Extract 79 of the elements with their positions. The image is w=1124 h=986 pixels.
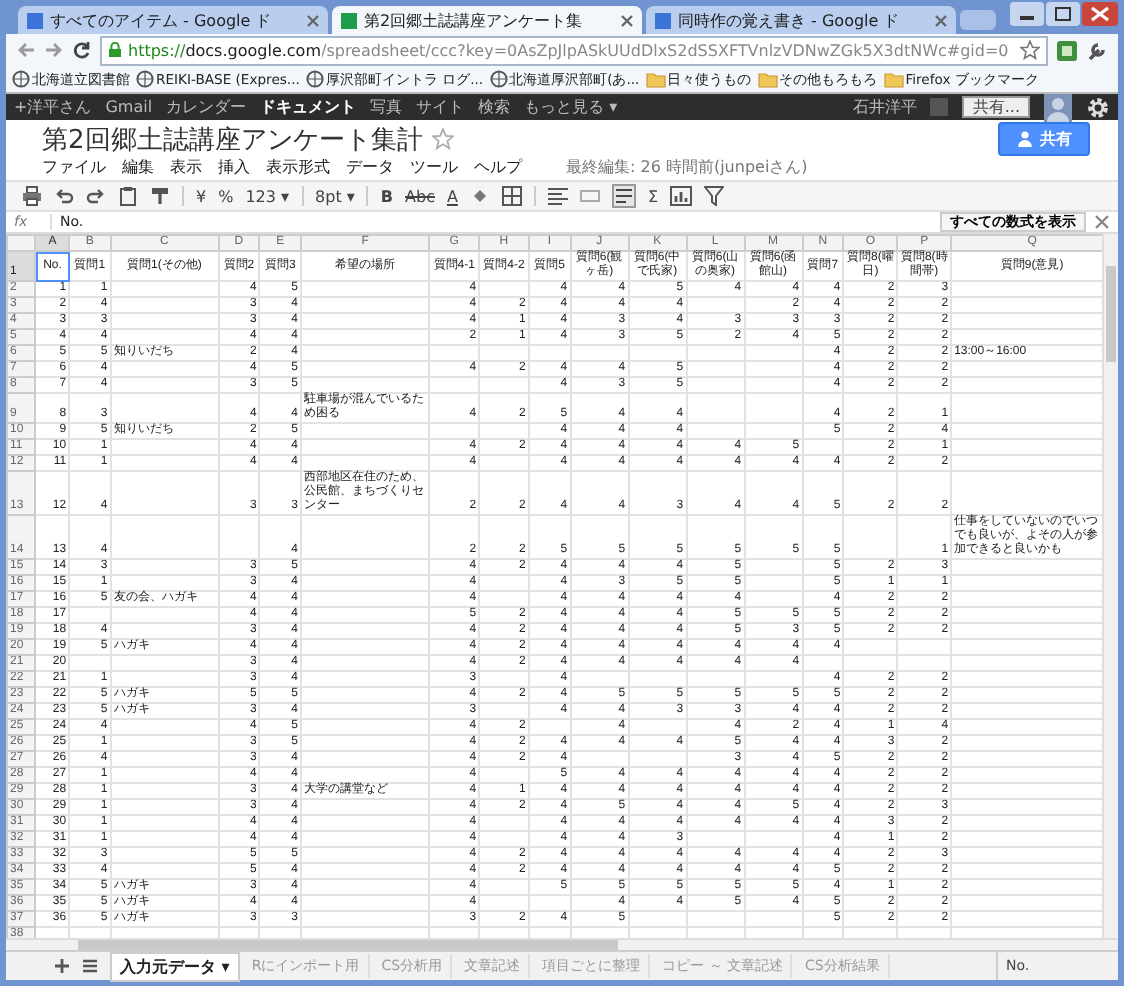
globe-icon [489,70,508,88]
menu-icon[interactable] [82,958,98,974]
menu-item[interactable]: ファイル [42,155,106,177]
lock-icon [108,42,122,58]
percent-format-button[interactable]: % [218,187,234,205]
forward-icon[interactable] [44,40,64,60]
address-field[interactable]: https://docs.google.com/spreadsheet/ccc?key=0AsZpJlpASkUUdDlxS2dSSXFTVnlzVDNwZGk5X3dtNWc#gid=0 [100,35,1048,65]
sum-function-button[interactable]: Σ [647,187,659,205]
folder-icon [883,71,904,87]
redo-icon[interactable] [86,186,106,206]
share-box[interactable]: 共有... [962,96,1030,118]
user-name[interactable]: 石井洋平 [852,96,917,118]
clipboard-icon[interactable] [118,186,138,206]
extension-icon[interactable] [1056,39,1078,61]
close-icon[interactable] [620,13,634,27]
google-bar-link[interactable]: Gmail [105,98,153,116]
font-size-dropdown[interactable]: 8pt ▾ [315,187,355,205]
google-bar-link[interactable]: 検索 [478,96,511,118]
wrench-icon[interactable] [1086,39,1108,61]
tab-title: 同時作の覚え書き - Google ド [678,9,902,31]
page-icon [26,11,44,29]
merge-cells-icon[interactable] [579,186,600,206]
currency-format-button[interactable]: ¥ [196,187,207,205]
borders-icon[interactable] [501,186,522,206]
tab-title: すべてのアイテム - Google ド [50,9,274,31]
window-controls-icon[interactable] [1010,2,1118,28]
close-icon[interactable] [306,13,320,27]
google-bar-link[interactable]: もっと見る ▾ [524,96,618,118]
browser-tab[interactable]: 同時作の覚え書き - Google ド [646,6,956,34]
google-bar-link[interactable]: +洋平さん [14,96,92,118]
folder-icon [645,71,666,87]
last-edit-link[interactable]: 最終編集: 26 時間前(junpeiさん) [566,155,808,177]
strikethrough-button[interactable]: Abc [405,187,435,205]
sheet-tab[interactable]: 入力元データ ▾ [110,951,240,981]
share-button[interactable]: 共有 [998,122,1090,156]
star-icon[interactable] [432,128,455,150]
text-color-button[interactable]: A [446,187,458,205]
add-sheet-icon[interactable] [54,958,70,974]
google-bar-link[interactable]: 写真 [370,96,403,118]
url-path: /spreadsheet/ccc?key=0AsZpJlpASkUUdDlxS2dSSXFTVnlzVDNwZGk5X3dtNWc#gid=0 [321,41,1009,59]
print-icon[interactable] [22,186,42,206]
people-icon [1016,130,1034,148]
horizontal-scrollbar[interactable] [6,938,1118,950]
menu-item[interactable]: 挿入 [218,155,250,177]
globe-icon [305,70,324,88]
page-icon [654,11,672,29]
tab-title: 第2回郷土誌講座アンケート集 [364,9,585,31]
globe-icon [12,70,30,88]
vertical-scrollbar[interactable] [1102,234,1118,938]
google-bar-link[interactable]: ドキュメント [260,96,357,118]
settings-icon[interactable] [1086,95,1110,119]
star-icon[interactable] [1020,40,1040,60]
url-scheme: https:// [128,41,186,59]
menu-item[interactable]: 表示形式 [266,155,330,177]
menu-item[interactable]: 表示 [170,155,202,177]
close-icon[interactable] [1094,214,1110,230]
undo-icon[interactable] [54,186,74,206]
globe-icon [136,70,154,88]
browser-tab[interactable]: 第2回郷土誌講座アンケート集 [332,6,642,34]
menu-item[interactable]: ヘルプ [474,155,522,177]
folder-icon [757,71,778,87]
filter-icon[interactable] [704,186,725,206]
number-format-dropdown[interactable]: 123 ▾ [245,187,290,205]
menu-item[interactable]: ツール [410,155,458,177]
menu-item[interactable]: 編集 [122,155,154,177]
google-bar-link[interactable]: サイト [416,96,465,118]
google-bar-link[interactable]: カレンダー [166,96,247,118]
browser-tab[interactable]: すべてのアイテム - Google ド [18,6,328,34]
reload-icon[interactable] [72,40,92,60]
page-icon [340,11,358,29]
document-title[interactable]: 第2回郷土誌講座アンケート集計 [42,121,423,157]
wrap-text-icon[interactable] [611,184,636,208]
align-icon[interactable] [547,186,568,206]
chart-icon[interactable] [670,186,693,206]
menu-item[interactable]: データ [346,155,394,177]
back-icon[interactable] [16,40,36,60]
url-host: docs.google.com [185,41,321,59]
close-icon[interactable] [934,13,948,27]
bold-button[interactable]: B [380,187,394,205]
